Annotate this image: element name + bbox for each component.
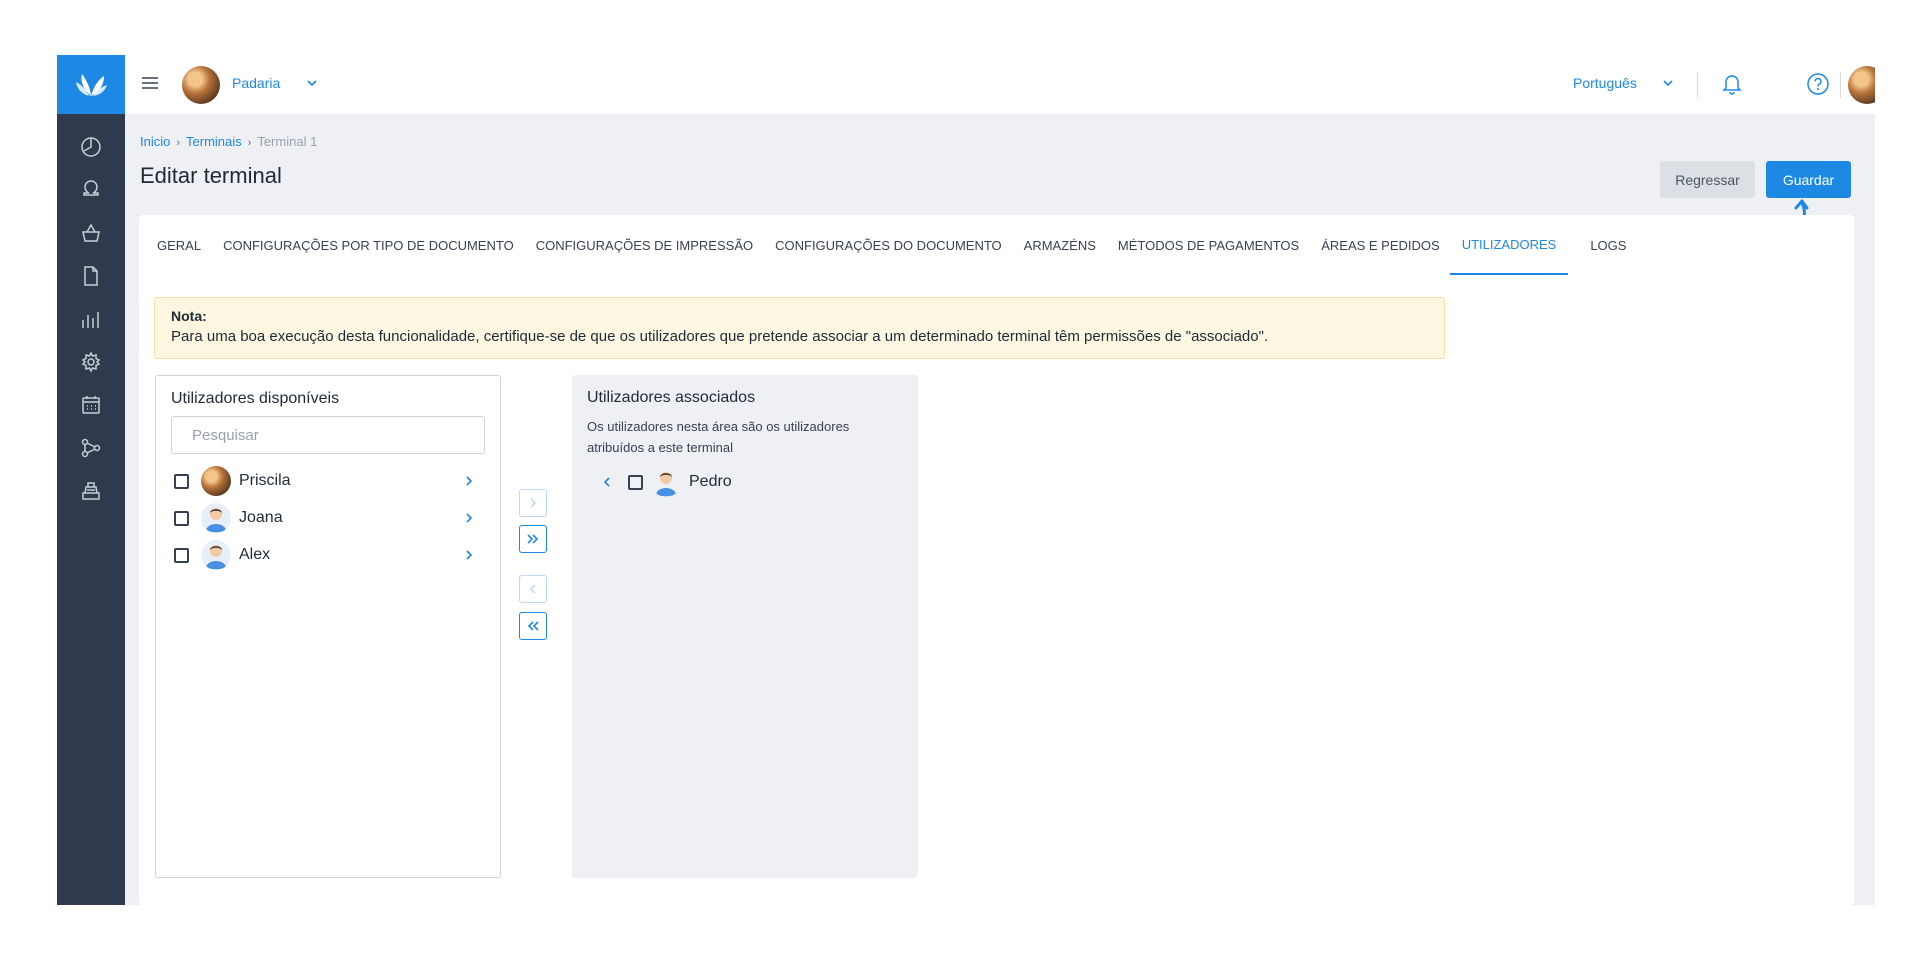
person-avatar-icon (201, 540, 231, 570)
basket-icon (82, 222, 100, 242)
double-chevron-right-icon (527, 534, 539, 544)
user-checkbox[interactable] (174, 510, 189, 526)
company-chevron-down-icon[interactable] (305, 76, 319, 95)
sidebar-item-reports[interactable] (57, 297, 125, 340)
calendar-icon (82, 395, 100, 414)
help-icon[interactable] (1806, 72, 1830, 101)
user-icon (83, 179, 99, 196)
available-user-row[interactable]: Alex (174, 540, 474, 570)
chevron-left-icon (529, 584, 536, 594)
chevron-right-icon (530, 498, 537, 508)
sidebar-item-purchases[interactable] (57, 211, 125, 254)
search-input[interactable] (171, 416, 485, 454)
brand-logo[interactable] (57, 55, 125, 114)
available-user-row[interactable]: Joana (174, 503, 474, 533)
user-name: Joana (239, 509, 283, 526)
move-selected-right-button[interactable] (519, 489, 547, 517)
bar-chart-icon (82, 311, 99, 328)
breadcrumb: Inicio › Terminais › Terminal 1 (140, 134, 317, 149)
sidebar-item-documents[interactable] (57, 254, 125, 297)
move-right-chevron-icon[interactable] (464, 511, 474, 530)
tab-metodos-pagamentos[interactable]: MÉTODOS DE PAGAMENTOS (1118, 215, 1299, 275)
save-button[interactable]: Guardar (1766, 161, 1851, 198)
pie-chart-icon (81, 136, 101, 157)
app-window: Padaria Português Inicio › Terminais › Termi… (57, 55, 1875, 905)
tab-configuracoes-tipo-documento[interactable]: CONFIGURAÇÕES POR TIPO DE DOCUMENTO (223, 215, 514, 275)
hamburger-icon (142, 77, 158, 89)
associated-user-row[interactable]: Pedro (602, 467, 732, 497)
sidebar-item-customers[interactable] (57, 168, 125, 211)
language-chevron-down-icon[interactable] (1661, 76, 1675, 95)
user-name: Pedro (689, 473, 732, 490)
available-users-title: Utilizadores disponíveis (171, 390, 340, 407)
info-note: Nota: Para uma boa execução desta funcio… (154, 297, 1445, 359)
tab-geral[interactable]: GERAL (157, 215, 201, 275)
note-title: Nota: (171, 308, 207, 324)
sidebar-item-calendar[interactable] (57, 383, 125, 426)
person-avatar-icon (651, 467, 681, 497)
back-button[interactable]: Regressar (1660, 161, 1755, 198)
move-all-right-button[interactable] (519, 525, 547, 553)
associated-users-panel: Utilizadores associados Os utilizadores … (572, 375, 918, 878)
note-text: Para uma boa execução desta funcionalida… (171, 328, 1269, 345)
tab-armazens[interactable]: ARMAZÉNS (1024, 215, 1096, 275)
breadcrumb-home[interactable]: Inicio (140, 134, 170, 149)
company-name[interactable]: Padaria (232, 75, 280, 91)
divider (1840, 72, 1841, 98)
breadcrumb-terminals[interactable]: Terminais (186, 134, 242, 149)
user-checkbox[interactable] (174, 473, 189, 489)
available-user-row[interactable]: Priscila (174, 466, 474, 496)
divider (1697, 72, 1698, 98)
user-avatar[interactable] (1848, 66, 1875, 104)
tab-areas-pedidos[interactable]: ÁREAS E PEDIDOS (1321, 215, 1439, 275)
connections-icon (81, 438, 101, 457)
sidebar-item-dashboard[interactable] (57, 125, 125, 168)
document-icon (84, 265, 98, 286)
breadcrumb-separator-icon: › (176, 137, 181, 149)
gear-icon (81, 350, 101, 373)
associated-users-description: Os utilizadores nesta área são os utiliz… (587, 419, 850, 455)
tab-bar: GERAL CONFIGURAÇÕES POR TIPO DE DOCUMENT… (157, 215, 1648, 275)
available-users-panel: Utilizadores disponíveis Priscila Joana (155, 375, 501, 878)
associated-users-title: Utilizadores associados (587, 389, 756, 406)
breadcrumb-separator-icon: › (247, 137, 252, 149)
move-selected-left-button[interactable] (519, 575, 547, 603)
move-all-left-button[interactable] (519, 612, 547, 640)
user-name: Priscila (239, 472, 291, 489)
sidebar-item-integrations[interactable] (57, 426, 125, 469)
company-avatar[interactable] (182, 66, 220, 104)
tab-utilizadores[interactable]: UTILIZADORES (1449, 215, 1569, 275)
cash-register-icon (82, 481, 100, 500)
menu-toggle[interactable] (141, 75, 159, 96)
move-left-chevron-icon[interactable] (602, 475, 612, 489)
language-selector[interactable]: Português (1573, 75, 1637, 91)
double-chevron-left-icon (527, 621, 539, 631)
sidebar-item-pos[interactable] (57, 469, 125, 512)
tab-logs[interactable]: LOGS (1590, 215, 1626, 275)
user-checkbox[interactable] (174, 547, 189, 563)
user-name: Alex (239, 546, 271, 563)
top-bar: Padaria Português (125, 55, 1875, 114)
user-photo-avatar (201, 466, 231, 496)
breadcrumb-current: Terminal 1 (257, 134, 318, 149)
user-checkbox[interactable] (628, 474, 643, 490)
move-right-chevron-icon[interactable] (464, 548, 474, 567)
notifications-bell-icon[interactable] (1720, 71, 1744, 102)
tab-configuracoes-impressao[interactable]: CONFIGURAÇÕES DE IMPRESSÃO (536, 215, 753, 275)
person-avatar-icon (201, 503, 231, 533)
sidebar-item-settings[interactable] (57, 340, 125, 383)
page-title: Editar terminal (140, 163, 282, 188)
tab-configuracoes-documento[interactable]: CONFIGURAÇÕES DO DOCUMENTO (775, 215, 1002, 275)
sidebar (57, 55, 125, 905)
move-right-chevron-icon[interactable] (464, 474, 474, 493)
content-card: GERAL CONFIGURAÇÕES POR TIPO DE DOCUMENT… (139, 215, 1854, 905)
leaf-logo-icon (76, 73, 107, 96)
